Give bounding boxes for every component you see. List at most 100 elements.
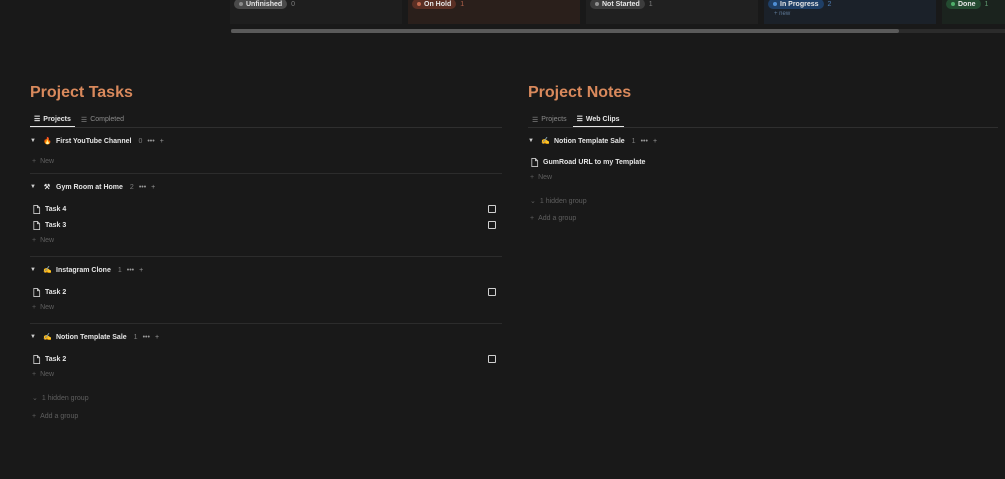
group-divider xyxy=(30,256,502,257)
new-task-button[interactable]: + New xyxy=(30,154,502,168)
status-label: Done xyxy=(958,0,976,8)
task-row[interactable]: Task 4 xyxy=(30,201,502,217)
status-label: Not Started xyxy=(602,0,640,8)
task-row[interactable]: Task 2 xyxy=(30,351,502,367)
board-column-unfinished[interactable]: Unfinished 0 xyxy=(230,0,402,24)
plus-icon: + xyxy=(32,303,37,311)
plus-icon[interactable]: + xyxy=(160,138,164,145)
plus-icon: + xyxy=(32,370,37,378)
plus-icon: + xyxy=(32,412,37,420)
caret-down-icon[interactable]: ▼ xyxy=(30,138,38,144)
task-title: Task 4 xyxy=(45,205,67,213)
tab-projects[interactable]: ☰ Projects xyxy=(30,112,75,127)
add-group-button[interactable]: + Add a group xyxy=(528,211,998,225)
plus-icon[interactable]: + xyxy=(653,138,657,145)
status-dot-icon xyxy=(239,2,243,6)
new-task-button[interactable]: + New xyxy=(30,233,502,247)
tab-completed[interactable]: ☰ Completed xyxy=(77,112,128,127)
group-header[interactable]: ▼ ✍ Instagram Clone 1 ••• + xyxy=(30,263,502,277)
group-header[interactable]: ▼ 🔥 First YouTube Channel 0 ••• + xyxy=(30,134,502,148)
column-count: 1 xyxy=(984,0,989,8)
task-row[interactable]: Task 3 xyxy=(30,217,502,233)
table-icon: ☰ xyxy=(80,116,88,124)
checkbox-icon[interactable] xyxy=(488,288,496,296)
page-icon xyxy=(33,204,41,214)
status-label: Unfinished xyxy=(246,0,283,8)
page-icon xyxy=(531,157,539,167)
hidden-group-toggle[interactable]: ⌄ 1 hidden group xyxy=(528,194,998,208)
fire-icon: 🔥 xyxy=(43,138,52,145)
task-title: Task 3 xyxy=(45,221,67,229)
page-title: Project Notes xyxy=(528,84,632,101)
tab-label: Web Clips xyxy=(585,115,620,123)
caret-down-icon[interactable]: ▼ xyxy=(30,334,38,340)
board-column-not-started[interactable]: Not Started 1 xyxy=(586,0,758,24)
project-notes-section: Project Notes ☰ Projects ☰ Web Clips ▼ ✍… xyxy=(528,82,998,225)
group-notion-template-sale: ▼ ✍ Notion Template Sale 1 ••• + GumRoad… xyxy=(528,134,998,184)
page-icon xyxy=(33,354,41,364)
caret-down-icon[interactable]: ▼ xyxy=(528,138,536,144)
new-task-button[interactable]: + New xyxy=(30,367,502,381)
more-dots-icon[interactable]: ••• xyxy=(641,138,648,145)
add-card-button[interactable]: + new xyxy=(774,11,932,17)
tab-label: Projects xyxy=(43,115,71,123)
group-header[interactable]: ▼ ✍ Notion Template Sale 1 ••• + xyxy=(30,330,502,344)
new-label: New xyxy=(538,173,553,181)
task-title: Task 2 xyxy=(45,288,67,296)
hidden-group-label: 1 hidden group xyxy=(539,197,587,205)
group-header[interactable]: ▼ ✍ Notion Template Sale 1 ••• + xyxy=(528,134,998,148)
more-dots-icon[interactable]: ••• xyxy=(147,138,154,145)
plus-icon: + xyxy=(32,236,37,244)
tab-projects[interactable]: ☰ Projects xyxy=(528,112,571,127)
status-badge-not-started: Not Started xyxy=(590,0,645,9)
horizontal-scrollbar[interactable] xyxy=(231,29,899,33)
group-count: 1 xyxy=(631,137,636,145)
view-tabs: ☰ Projects ☰ Completed xyxy=(30,112,502,128)
add-group-label: Add a group xyxy=(538,214,577,222)
checkbox-icon[interactable] xyxy=(488,205,496,213)
column-count: 2 xyxy=(827,0,832,8)
board-column-done[interactable]: Done 1 xyxy=(942,0,1005,24)
plus-icon[interactable]: + xyxy=(155,334,159,341)
writing-hand-icon: ✍ xyxy=(43,334,52,341)
writing-hand-icon: ✍ xyxy=(43,267,52,274)
plus-icon[interactable]: + xyxy=(139,267,143,274)
more-dots-icon[interactable]: ••• xyxy=(143,334,150,341)
group-count: 2 xyxy=(129,183,134,191)
caret-down-icon[interactable]: ▼ xyxy=(30,267,38,273)
tab-web-clips[interactable]: ☰ Web Clips xyxy=(572,112,624,127)
status-dot-icon xyxy=(417,2,421,6)
tab-label: Completed xyxy=(90,116,125,123)
group-first-youtube-channel: ▼ 🔥 First YouTube Channel 0 ••• + + New xyxy=(30,134,502,168)
new-note-button[interactable]: + New xyxy=(528,170,998,184)
group-count: 0 xyxy=(138,137,143,145)
hidden-group-toggle[interactable]: ⌄ 1 hidden group xyxy=(30,391,502,405)
column-count: 1 xyxy=(460,0,465,8)
group-name: Gym Room at Home xyxy=(56,183,123,191)
more-dots-icon[interactable]: ••• xyxy=(139,184,146,191)
group-count: 1 xyxy=(133,333,138,341)
table-icon: ☰ xyxy=(34,116,41,123)
status-label: In Progress xyxy=(780,0,819,8)
plus-icon: + xyxy=(530,214,535,222)
page-icon xyxy=(33,220,41,230)
checkbox-icon[interactable] xyxy=(488,221,496,229)
group-header[interactable]: ▼ ⚒ Gym Room at Home 2 ••• + xyxy=(30,180,502,194)
note-row[interactable]: GumRoad URL to my Template xyxy=(528,154,998,170)
board-column-on-hold[interactable]: On Hold 1 xyxy=(408,0,580,24)
plus-icon[interactable]: + xyxy=(151,184,155,191)
board-view: Unfinished 0 On Hold 1 Not Started 1 In … xyxy=(230,0,1005,24)
chevron-down-icon: ⌄ xyxy=(32,395,38,402)
status-dot-icon xyxy=(951,2,955,6)
status-badge-unfinished: Unfinished xyxy=(234,0,288,9)
new-label: New xyxy=(40,303,55,311)
hidden-group-label: 1 hidden group xyxy=(41,394,89,402)
table-icon: ☰ xyxy=(576,116,583,123)
task-row[interactable]: Task 2 xyxy=(30,284,502,300)
checkbox-icon[interactable] xyxy=(488,355,496,363)
caret-down-icon[interactable]: ▼ xyxy=(30,184,38,190)
new-task-button[interactable]: + New xyxy=(30,300,502,314)
board-column-in-progress[interactable]: In Progress 2 + new xyxy=(764,0,936,24)
more-dots-icon[interactable]: ••• xyxy=(127,267,134,274)
add-group-button[interactable]: + Add a group xyxy=(30,409,502,423)
